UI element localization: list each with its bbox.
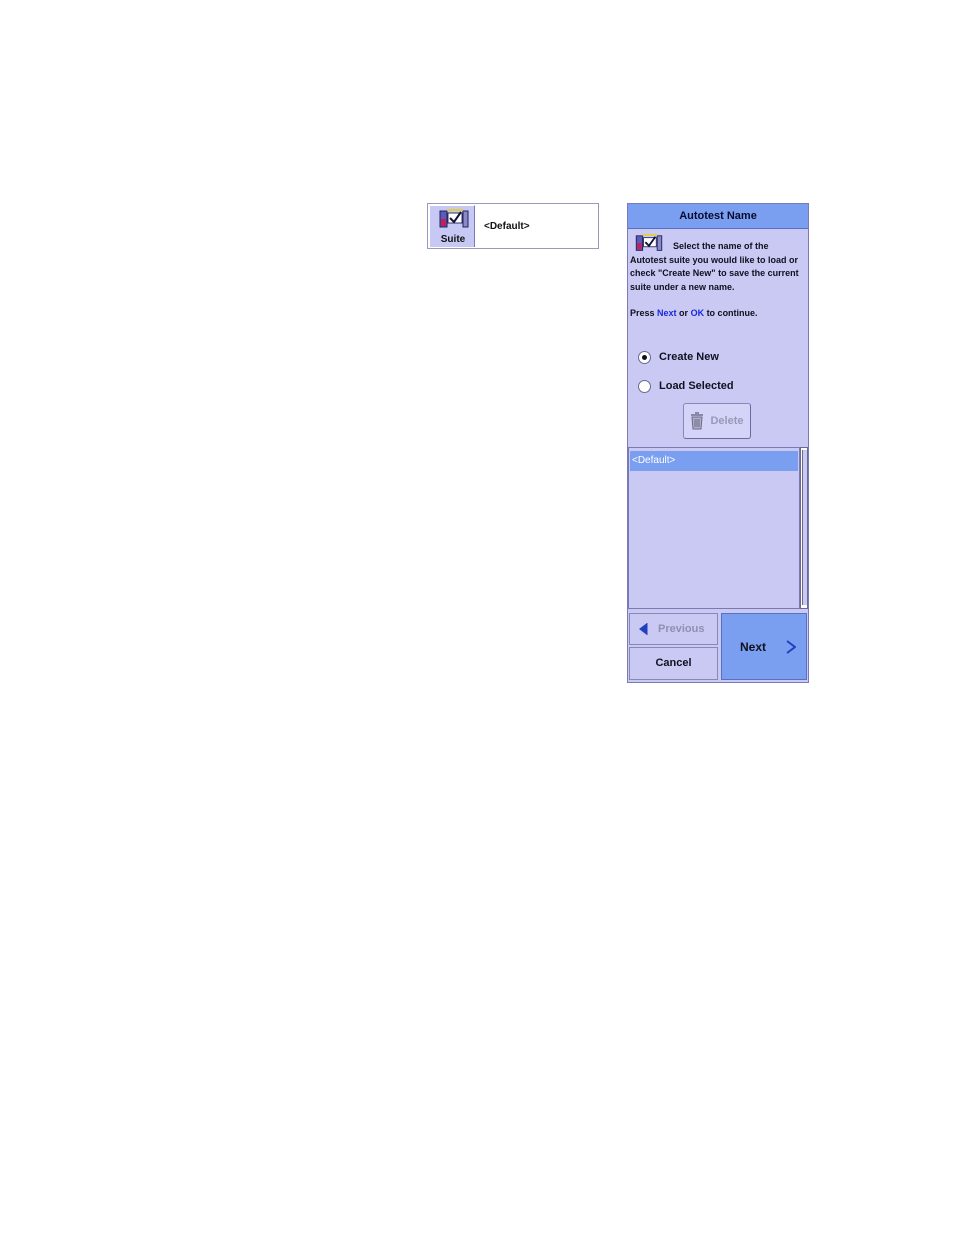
dialog-title: Autotest Name	[628, 204, 808, 229]
autotest-suite-icon	[439, 209, 469, 228]
radio-create-new[interactable]: Create New	[638, 348, 719, 366]
radio-create-new-label: Create New	[659, 351, 719, 363]
list-scrollbar[interactable]	[800, 447, 808, 609]
radio-load-selected[interactable]: Load Selected	[638, 377, 734, 395]
radio-button-checked[interactable]	[638, 350, 651, 364]
radio-load-selected-label: Load Selected	[659, 380, 734, 392]
press-next-keyword: Next	[657, 308, 677, 318]
previous-button-label: Previous	[658, 623, 705, 635]
delete-button-label: Delete	[710, 415, 744, 427]
cancel-button[interactable]: Cancel	[629, 647, 718, 680]
next-button-label: Next	[740, 639, 767, 654]
press-prefix: Press	[630, 308, 658, 318]
press-ok-keyword: OK	[690, 308, 705, 318]
list-item[interactable]: <Default>	[630, 451, 798, 471]
press-instructions: Press Next or OK to continue.	[630, 308, 806, 318]
suite-widget: Suite <Default>	[427, 203, 599, 249]
suite-button-label: Suite	[440, 234, 466, 245]
suite-list[interactable]: <Default>	[628, 447, 800, 609]
scrollbar-thumb[interactable]	[802, 450, 807, 605]
radio-button-unchecked[interactable]	[638, 379, 651, 393]
delete-button[interactable]: Delete	[683, 403, 751, 439]
autotest-name-dialog: Autotest Name Select the name of the Aut…	[627, 203, 809, 683]
suite-value: <Default>	[484, 221, 530, 232]
arrow-right-icon	[786, 639, 797, 654]
press-or: or	[676, 308, 691, 318]
instructions-text: Select the name of the Autotest suite yo…	[630, 241, 799, 292]
previous-button[interactable]: Previous	[629, 613, 718, 645]
trash-icon	[691, 412, 704, 430]
next-button[interactable]: Next	[721, 613, 807, 680]
arrow-left-icon	[639, 623, 648, 635]
press-suffix: to continue.	[704, 308, 758, 318]
suite-button[interactable]: Suite	[429, 205, 475, 247]
